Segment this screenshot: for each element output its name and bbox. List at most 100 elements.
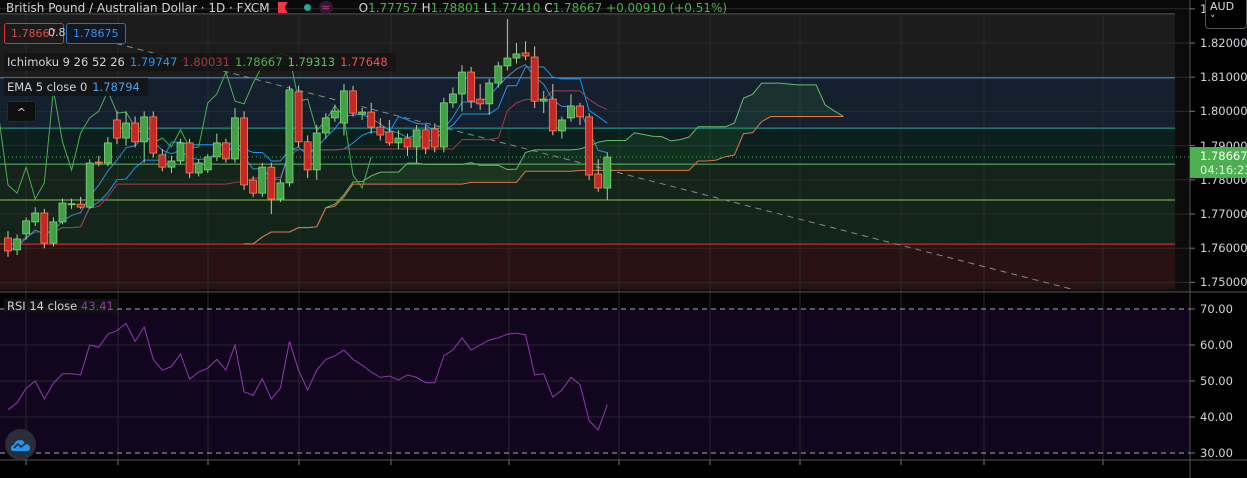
lead1-value: 1.79313: [287, 55, 336, 69]
ohlc-values: O1.77757 H1.78801 L1.77410 C1.78667 +0.0…: [358, 0, 728, 15]
candle[interactable]: [603, 156, 612, 189]
ema-legend[interactable]: EMA 5 close 0 1.78794: [4, 78, 148, 96]
currency-dropdown[interactable]: AUD ˅: [1205, 0, 1247, 29]
zone-band: [0, 199, 1175, 245]
candle[interactable]: [358, 111, 367, 115]
candle[interactable]: [476, 98, 485, 105]
candle[interactable]: [285, 89, 294, 184]
candle[interactable]: [576, 105, 584, 118]
rsi-tick-label: 40.00: [1200, 410, 1233, 424]
candle[interactable]: [303, 141, 312, 171]
buy-button[interactable]: 1.78675: [66, 23, 126, 44]
price-tick-label: 1.77000: [1200, 207, 1247, 221]
candle[interactable]: [458, 71, 466, 95]
candle[interactable]: [131, 122, 140, 143]
candle[interactable]: [567, 105, 575, 119]
candle[interactable]: [321, 117, 330, 134]
chart-canvas[interactable]: [0, 0, 1247, 478]
change-value: +0.00910 (+0.51%): [606, 0, 728, 15]
lagging-value: 1.78667: [235, 55, 283, 69]
candle[interactable]: [94, 161, 103, 164]
candle[interactable]: [594, 173, 603, 189]
candle[interactable]: [512, 53, 521, 59]
candle[interactable]: [212, 142, 221, 158]
candle[interactable]: [548, 98, 557, 132]
price-tick-label: 1.81000: [1200, 70, 1247, 85]
candle[interactable]: [503, 57, 512, 67]
candle[interactable]: [103, 142, 112, 164]
candle[interactable]: [203, 156, 212, 171]
candle[interactable]: [439, 102, 448, 148]
candle[interactable]: [421, 129, 430, 149]
spread-value: 0.8: [48, 26, 66, 39]
candle[interactable]: [140, 116, 149, 143]
candle[interactable]: [330, 110, 339, 119]
candle[interactable]: [521, 52, 530, 57]
candle[interactable]: [258, 166, 267, 194]
candle[interactable]: [276, 182, 285, 200]
conversion-value: 1.79747: [129, 55, 178, 69]
candle[interactable]: [31, 212, 40, 223]
candle[interactable]: [340, 90, 348, 124]
candle[interactable]: [85, 162, 94, 208]
flag-icon[interactable]: [277, 2, 288, 13]
candle[interactable]: [539, 98, 548, 102]
wave-icon[interactable]: ≈: [318, 1, 333, 14]
candle[interactable]: [240, 117, 248, 186]
candle[interactable]: [530, 56, 539, 102]
candle[interactable]: [49, 221, 58, 244]
rsi-tick-label: 50.00: [1200, 374, 1233, 388]
lead2-value: 1.77648: [340, 55, 388, 69]
candle[interactable]: [557, 119, 566, 132]
candle[interactable]: [122, 122, 130, 139]
price-tick-label: 1.80000: [1200, 104, 1247, 119]
rsi-tick-label: 30.00: [1200, 446, 1233, 460]
price-tick-label: 1.76000: [1200, 241, 1247, 256]
candle[interactable]: [294, 91, 303, 143]
candle[interactable]: [149, 116, 158, 154]
candle[interactable]: [40, 212, 49, 244]
candle[interactable]: [58, 202, 67, 223]
ema-value: 1.78794: [92, 80, 140, 94]
candle[interactable]: [312, 132, 321, 171]
rsi-tick-label: 70.00: [1200, 302, 1233, 316]
candle[interactable]: [194, 162, 203, 174]
rsi-legend[interactable]: RSI 14 close 43.41: [4, 299, 117, 313]
candle[interactable]: [113, 119, 121, 139]
collapse-legend-button[interactable]: ^: [7, 101, 36, 122]
candle[interactable]: [376, 126, 385, 136]
candle[interactable]: [4, 237, 12, 252]
rsi-tick-label: 60.00: [1200, 338, 1233, 352]
candle[interactable]: [449, 93, 457, 104]
candle[interactable]: [67, 203, 76, 206]
candle[interactable]: [267, 166, 276, 200]
ichimoku-legend[interactable]: Ichimoku 9 26 52 26 1.79747 1.80031 1.78667…: [4, 53, 396, 71]
candle[interactable]: [394, 137, 403, 144]
ichimoku-label: Ichimoku 9 26 52 26: [7, 55, 125, 69]
ema-label: EMA 5 close 0: [7, 80, 88, 94]
candle[interactable]: [22, 220, 31, 235]
tradingview-logo-icon[interactable]: [5, 429, 36, 460]
candle[interactable]: [585, 116, 594, 176]
candle[interactable]: [349, 90, 357, 114]
candle[interactable]: [412, 129, 421, 148]
market-status-dot-icon: [303, 4, 311, 11]
candle[interactable]: [367, 111, 376, 128]
candle[interactable]: [76, 203, 85, 208]
current-price-tag: 1.78667 04:16:23: [1190, 147, 1247, 178]
candle[interactable]: [185, 142, 194, 174]
candle[interactable]: [176, 142, 185, 162]
candle[interactable]: [467, 71, 475, 102]
candle[interactable]: [430, 128, 439, 148]
candle[interactable]: [494, 65, 503, 84]
candle[interactable]: [231, 117, 239, 160]
candle[interactable]: [385, 131, 394, 144]
candle[interactable]: [403, 137, 412, 148]
rsi-value: 43.41: [80, 299, 114, 313]
candle[interactable]: [167, 160, 176, 168]
candle[interactable]: [485, 82, 494, 105]
price-tick-label: 1.82000: [1200, 36, 1247, 50]
candle[interactable]: [13, 238, 21, 251]
symbol-title[interactable]: British Pound / Australian Dollar · 1D ·…: [6, 1, 270, 15]
candle[interactable]: [249, 179, 258, 194]
